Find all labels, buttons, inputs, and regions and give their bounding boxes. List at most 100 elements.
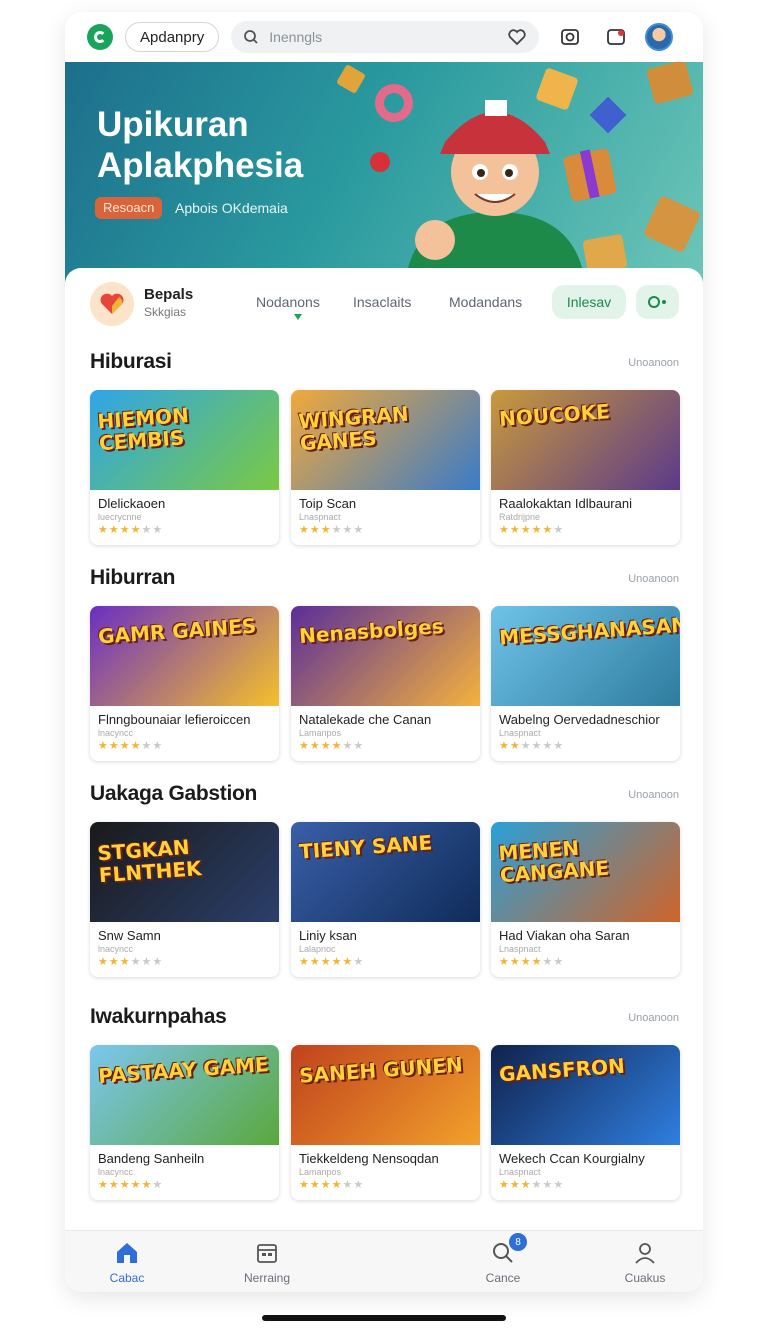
star-icon: ★ bbox=[353, 956, 365, 968]
star-icon: ★ bbox=[130, 524, 142, 536]
game-card[interactable]: GAMR GAINES Flnngbounaiar lefieroiccen lna… bbox=[90, 606, 279, 761]
nav-calendar[interactable]: Nerraing bbox=[227, 1239, 307, 1285]
game-meta: lnacyncc bbox=[98, 728, 134, 738]
star-icon: ★ bbox=[108, 524, 120, 536]
star-icon: ★ bbox=[499, 740, 510, 752]
filter-chip-active[interactable]: Inlesav bbox=[552, 285, 626, 319]
see-more-link[interactable]: Unoanoon bbox=[628, 573, 679, 585]
star-icon: ★ bbox=[542, 524, 554, 536]
star-icon: ★ bbox=[119, 956, 131, 968]
game-thumbnail-text: MESSGHANASAN bbox=[498, 612, 680, 650]
floating-cube-decoration bbox=[646, 62, 694, 105]
game-title: Dlelickaoen bbox=[98, 496, 166, 511]
game-meta: Lnaspnact bbox=[299, 512, 341, 522]
star-icon: ★ bbox=[509, 524, 521, 536]
game-meta: lnacyncc bbox=[98, 944, 134, 954]
game-meta: lnacyncc bbox=[98, 1167, 134, 1177]
top-bar: Apdanpry Inenngls bbox=[65, 12, 703, 62]
camera-icon[interactable] bbox=[555, 22, 585, 52]
star-icon: ★ bbox=[353, 740, 365, 752]
home-icon bbox=[113, 1239, 141, 1267]
game-card[interactable]: TIENY SANE Liniy ksan Lalapnoc ★★★★★★ bbox=[291, 822, 480, 977]
game-title: Liniy ksan bbox=[299, 928, 357, 943]
filter-options-button[interactable] bbox=[636, 285, 679, 319]
see-more-link[interactable]: Unoanoon bbox=[628, 789, 679, 801]
game-meta: Lnaspnact bbox=[499, 1167, 541, 1177]
star-icon: ★ bbox=[520, 956, 532, 968]
nav-profile[interactable]: Cuakus bbox=[605, 1239, 685, 1285]
game-thumbnail: TIENY SANE bbox=[291, 822, 480, 922]
game-thumbnail: GANSFRON bbox=[491, 1045, 680, 1145]
game-title: Toip Scan bbox=[299, 496, 357, 511]
game-thumbnail: GAMR GAINES bbox=[90, 606, 279, 706]
game-card[interactable]: GANSFRON Wekech Ccan Kourgialny Lnaspnact ★… bbox=[491, 1045, 680, 1200]
game-card[interactable]: SANEH GUNEN Tiekkeldeng Nensoqdan Lamanpos… bbox=[291, 1045, 480, 1200]
search-bar[interactable]: Inenngls bbox=[231, 21, 540, 53]
game-thumbnail: HIEMON CEMBIS bbox=[90, 390, 279, 490]
nav-profile-label: Cuakus bbox=[624, 1271, 666, 1285]
star-icon: ★ bbox=[108, 956, 120, 968]
game-meta: Lalapnoc bbox=[299, 944, 336, 954]
app-name-button[interactable]: Apdanpry bbox=[125, 22, 220, 52]
game-thumbnail-text: MENEN CANGANE bbox=[497, 835, 610, 888]
star-rating: ★★★★★★ bbox=[299, 1178, 364, 1191]
star-icon: ★ bbox=[531, 956, 543, 968]
content-panel: Bepals Skkgias Nodanons Insaclaits Modan… bbox=[65, 268, 703, 1292]
star-icon: ★ bbox=[509, 740, 521, 752]
star-icon: ★ bbox=[542, 1179, 554, 1191]
user-avatar[interactable] bbox=[645, 23, 674, 51]
star-icon: ★ bbox=[520, 740, 532, 752]
star-icon: ★ bbox=[119, 524, 131, 536]
see-more-link[interactable]: Unoanoon bbox=[628, 1012, 679, 1024]
star-icon: ★ bbox=[520, 524, 532, 536]
star-icon: ★ bbox=[553, 740, 565, 752]
game-thumbnail: PASTAAY GAME bbox=[90, 1045, 279, 1145]
star-icon: ★ bbox=[520, 1179, 532, 1191]
search-input[interactable]: Inenngls bbox=[269, 29, 507, 45]
game-meta: Lamanpos bbox=[299, 1167, 342, 1177]
game-card[interactable]: HIEMON CEMBIS Dlelickaoen luecrycnne ★★★★★★ bbox=[90, 390, 279, 545]
game-card[interactable]: MESSGHANASAN Wabelng Oervedadneschior Lnas… bbox=[491, 606, 680, 761]
game-card[interactable]: STGKAN FLNTHEK Snw Samn lnacyncc ★★★★★★ bbox=[90, 822, 279, 977]
star-rating: ★★★★★★ bbox=[299, 523, 364, 536]
floating-cube-decoration bbox=[642, 194, 702, 254]
star-icon: ★ bbox=[531, 1179, 543, 1191]
star-rating: ★★★★★★ bbox=[299, 739, 364, 752]
game-card[interactable]: WINGRAN GANES Toip Scan Lnaspnact ★★★★★★ bbox=[291, 390, 480, 545]
notification-badge: 8 bbox=[509, 1233, 527, 1251]
star-icon: ★ bbox=[130, 740, 142, 752]
game-thumbnail: MESSGHANASAN bbox=[491, 606, 680, 706]
nav-home[interactable]: Cabac bbox=[87, 1239, 167, 1285]
heart-icon[interactable] bbox=[507, 27, 527, 47]
game-title: Snw Samn bbox=[98, 928, 161, 943]
star-icon: ★ bbox=[342, 740, 354, 752]
game-card[interactable]: MENEN CANGANE Had Viakan oha Saran Lnaspna… bbox=[491, 822, 680, 977]
star-icon: ★ bbox=[152, 956, 164, 968]
nav-search[interactable]: 8 Cance bbox=[463, 1233, 543, 1285]
tab-insaclaits[interactable]: Insaclaits bbox=[353, 294, 411, 310]
game-card[interactable]: Nenasbolges Natalekade che Canan Lamanpos ★… bbox=[291, 606, 480, 761]
tab-nodanons[interactable]: Nodanons bbox=[256, 294, 320, 310]
star-icon: ★ bbox=[108, 740, 120, 752]
hero-banner[interactable]: Upikuran Aplakphesia Resoacn Apbois OKde… bbox=[65, 62, 703, 282]
tab-modandans[interactable]: Modandans bbox=[449, 294, 522, 310]
heart-logo-icon[interactable] bbox=[90, 282, 134, 326]
game-card[interactable]: NOUCOKE Raalokaktan Idlbaurani Ratdrijpne ★… bbox=[491, 390, 680, 545]
star-rating: ★★★★★★ bbox=[299, 955, 364, 968]
star-rating: ★★★★★★ bbox=[499, 955, 564, 968]
game-meta: Lnaspnact bbox=[499, 728, 541, 738]
star-icon: ★ bbox=[331, 740, 343, 752]
game-title: Tiekkeldeng Nensoqdan bbox=[299, 1151, 439, 1166]
nav-calendar-label: Nerraing bbox=[243, 1271, 291, 1285]
notification-icon[interactable] bbox=[601, 22, 631, 52]
star-icon: ★ bbox=[130, 1179, 142, 1191]
see-more-link[interactable]: Unoanoon bbox=[628, 357, 679, 369]
star-icon: ★ bbox=[152, 524, 164, 536]
game-thumbnail-text: STGKAN FLNTHEK bbox=[96, 834, 203, 888]
game-card[interactable]: PASTAAY GAME Bandeng Sanheiln lnacyncc ★★★★… bbox=[90, 1045, 279, 1200]
game-title: Flnngbounaiar lefieroiccen bbox=[98, 712, 251, 727]
banner-tag[interactable]: Resoacn bbox=[95, 197, 163, 219]
app-logo-icon[interactable] bbox=[87, 24, 113, 50]
home-indicator[interactable] bbox=[262, 1315, 506, 1321]
star-icon: ★ bbox=[98, 1179, 109, 1191]
